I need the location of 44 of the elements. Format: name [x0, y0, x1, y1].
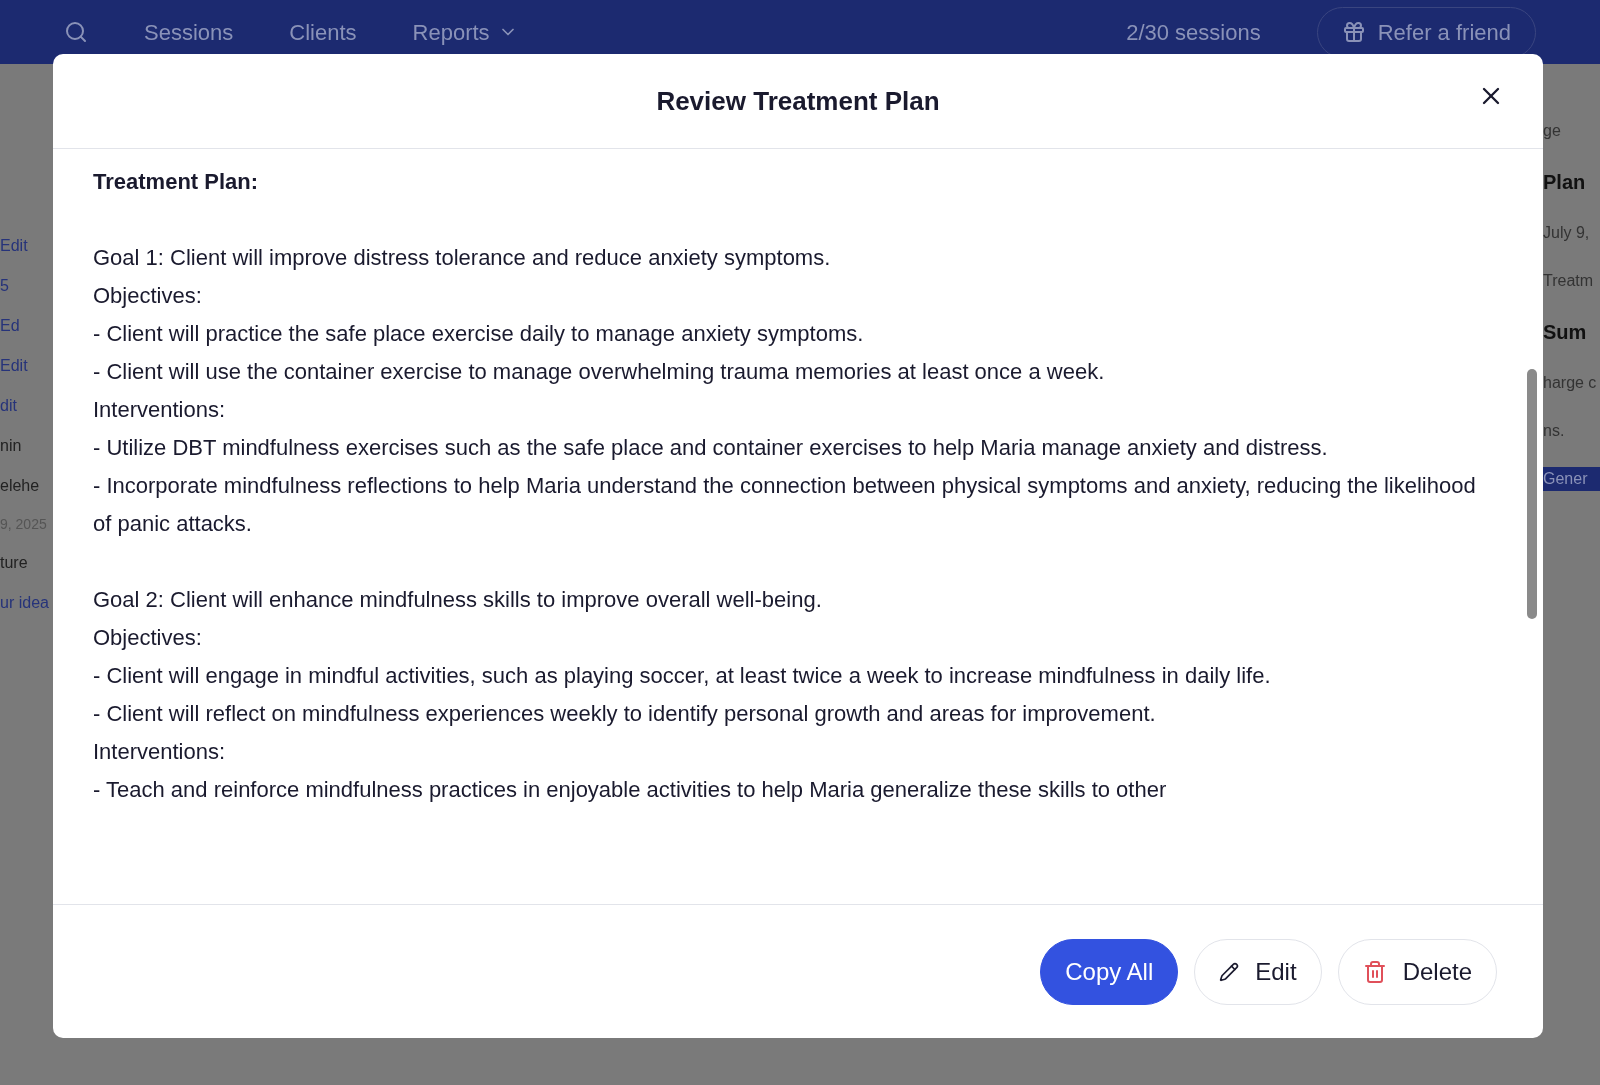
background-text: Treatm: [1543, 271, 1595, 291]
background-text: ns.: [1543, 421, 1566, 441]
plan-text-line: Goal 2: Client will enhance mindfulness skills to improve overall well-being.: [93, 586, 823, 614]
plan-text-line: - Client will use the container exercise to manage overwhelming trauma memories at least once a week.: [93, 358, 1106, 386]
background-text: 5: [0, 276, 10, 296]
background-text: Edit: [0, 356, 29, 376]
gift-icon: [1341, 20, 1366, 44]
pencil-icon: [1219, 961, 1240, 982]
modal-title: Review Treatment Plan: [656, 84, 940, 118]
plan-text-line: - Client will reflect on mindfulness experiences weekly to identify personal growth and areas for improvement.: [93, 700, 1157, 728]
background-text: elehe: [0, 476, 41, 496]
plan-text-line: Interventions:: [93, 738, 227, 766]
nav-link[interactable]: Reports: [412, 15, 518, 49]
plan-text-line: Interventions:: [93, 396, 227, 424]
background-text: July 9,: [1543, 223, 1591, 243]
plan-text-line: Objectives:: [93, 624, 203, 652]
plan-text-line: Objectives:: [93, 282, 203, 310]
plan-text-line: - Client will engage in mindful activities, such as playing soccer, at least twice a week to increase mindfulness in daily life.: [93, 662, 1272, 690]
background-text: ture: [0, 553, 29, 573]
nav-link[interactable]: Clients: [289, 15, 357, 49]
background-text: Sum: [1543, 320, 1588, 345]
plan-text-line: - Incorporate mindfulness reflections to help Maria understand the connection between physical symptoms and anxiety, reducing the likelihood of panic attacks.: [93, 472, 1477, 538]
plan-text-line: - Client will practice the safe place exercise daily to manage anxiety symptoms.: [93, 320, 865, 348]
scrollbar-thumb[interactable]: [1527, 369, 1537, 619]
background-text: Ed: [0, 316, 21, 336]
background-text: nin: [0, 436, 23, 456]
plan-text-line: Goal 1: Client will improve distress tolerance and reduce anxiety symptoms.: [93, 244, 832, 272]
background-text: dit: [0, 396, 18, 416]
section-heading: Treatment Plan:: [93, 168, 260, 196]
nav-link[interactable]: Sessions: [144, 15, 234, 49]
background-text: harge c: [1543, 373, 1598, 393]
background-text: Plan: [1543, 170, 1587, 195]
background-text: ge: [1543, 121, 1562, 141]
background-text: ur idea: [0, 593, 50, 613]
delete-button[interactable]: Delete: [1337, 938, 1497, 1005]
background-text: Gener: [1543, 467, 1600, 491]
edit-button[interactable]: Edit: [1194, 938, 1322, 1005]
trash-icon: [1362, 959, 1387, 984]
plan-text-line: - Teach and reinforce mindfulness practices in enjoyable activities to help Maria generalize these skills to other: [93, 776, 1168, 804]
background-text: Edit: [0, 236, 29, 256]
copy-button[interactable]: Copy All: [1040, 938, 1179, 1005]
plan-text-line: - Utilize DBT mindfulness exercises such as the safe place and container exercises to help Maria manage anxiety and distress.: [93, 434, 1329, 462]
session-count: 2/30 sessions: [1126, 18, 1261, 47]
search-icon[interactable]: [64, 20, 88, 44]
